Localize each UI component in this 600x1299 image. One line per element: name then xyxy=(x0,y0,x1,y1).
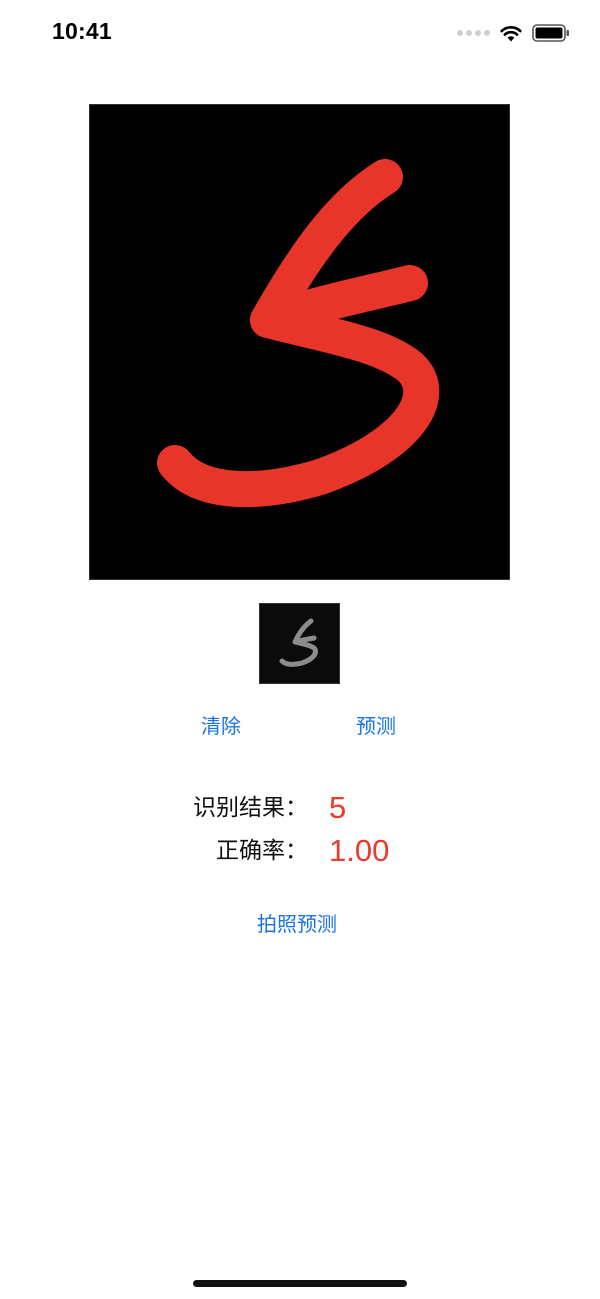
home-indicator[interactable] xyxy=(193,1280,407,1287)
thumbnail-digit-image xyxy=(279,618,318,667)
status-time: 10:41 xyxy=(52,18,112,44)
input-thumbnail xyxy=(259,603,340,684)
accuracy-value: 1.00 xyxy=(329,833,390,868)
predict-button[interactable]: 预测 xyxy=(356,716,396,736)
handwritten-digit-drawing xyxy=(157,159,440,508)
status-bar: 10:41 xyxy=(0,0,600,66)
accuracy-label: 正确率： xyxy=(216,838,308,864)
wifi-icon xyxy=(500,25,522,41)
cellular-signal-icon xyxy=(457,30,490,36)
result-label: 识别结果： xyxy=(193,795,308,821)
clear-button[interactable]: 清除 xyxy=(201,716,241,736)
drawing-canvas[interactable] xyxy=(89,104,510,580)
status-icons xyxy=(457,22,570,44)
result-value: 5 xyxy=(329,790,347,825)
photo-predict-button[interactable]: 拍照预测 xyxy=(257,914,337,934)
battery-icon xyxy=(532,24,569,42)
